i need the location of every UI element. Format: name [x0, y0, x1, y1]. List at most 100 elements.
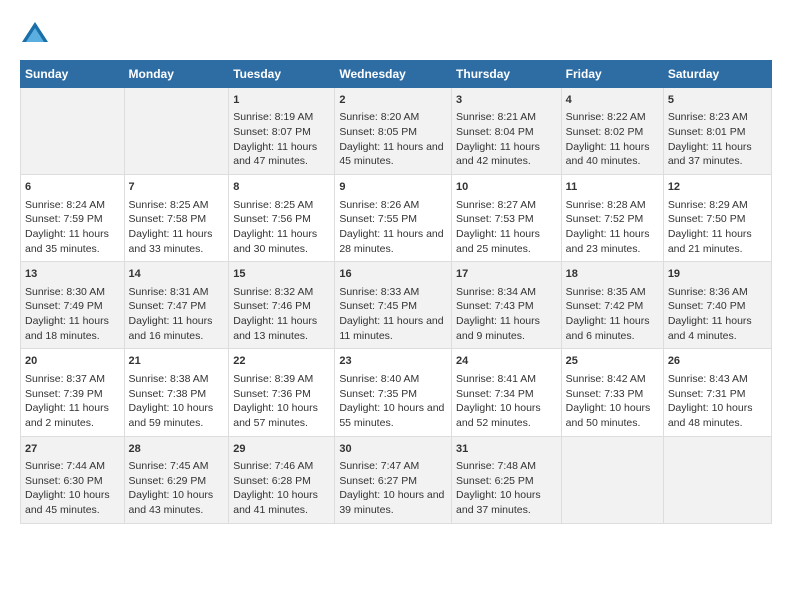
- day-cell: 19Sunrise: 8:36 AMSunset: 7:40 PMDayligh…: [663, 262, 771, 349]
- daylight: Daylight: 11 hours and 2 minutes.: [25, 402, 109, 429]
- logo-icon: [20, 20, 50, 50]
- day-cell: 5Sunrise: 8:23 AMSunset: 8:01 PMDaylight…: [663, 88, 771, 175]
- logo: [20, 20, 54, 50]
- sunset: Sunset: 7:49 PM: [25, 300, 103, 312]
- header-monday: Monday: [124, 61, 229, 88]
- day-cell: 8Sunrise: 8:25 AMSunset: 7:56 PMDaylight…: [229, 175, 335, 262]
- day-cell: 24Sunrise: 8:41 AMSunset: 7:34 PMDayligh…: [452, 349, 562, 436]
- day-cell: 29Sunrise: 7:46 AMSunset: 6:28 PMDayligh…: [229, 436, 335, 523]
- day-number: 6: [25, 180, 120, 195]
- sunset: Sunset: 8:04 PM: [456, 126, 534, 138]
- sunrise: Sunrise: 8:33 AM: [339, 286, 419, 298]
- header-friday: Friday: [561, 61, 663, 88]
- day-number: 26: [668, 354, 767, 369]
- week-row-3: 13 Sunrise: 8:30 AM Sunset: 7:49 PM Dayligh…: [21, 262, 772, 349]
- day-cell: 27Sunrise: 7:44 AMSunset: 6:30 PMDayligh…: [21, 436, 125, 523]
- daylight: Daylight: 11 hours and 13 minutes.: [233, 315, 317, 342]
- header-sunday: Sunday: [21, 61, 125, 88]
- day-cell: [21, 88, 125, 175]
- sunset: Sunset: 6:30 PM: [25, 475, 103, 487]
- daylight: Daylight: 11 hours and 28 minutes.: [339, 228, 443, 255]
- day-cell: 10Sunrise: 8:27 AMSunset: 7:53 PMDayligh…: [452, 175, 562, 262]
- day-number: 16: [339, 267, 447, 282]
- header-wednesday: Wednesday: [335, 61, 452, 88]
- sunset: Sunset: 7:56 PM: [233, 213, 311, 225]
- sunset: Sunset: 7:55 PM: [339, 213, 417, 225]
- daylight: Daylight: 11 hours and 21 minutes.: [668, 228, 752, 255]
- sunrise: Sunrise: 8:31 AM: [129, 286, 209, 298]
- day-number: 7: [129, 180, 225, 195]
- daylight: Daylight: 10 hours and 41 minutes.: [233, 489, 318, 516]
- sunset: Sunset: 7:35 PM: [339, 388, 417, 400]
- daylight: Daylight: 10 hours and 52 minutes.: [456, 402, 541, 429]
- sunrise: Sunrise: 8:23 AM: [668, 111, 748, 123]
- daylight: Daylight: 11 hours and 18 minutes.: [25, 315, 109, 342]
- daylight: Daylight: 11 hours and 33 minutes.: [129, 228, 213, 255]
- day-number: 12: [668, 180, 767, 195]
- sunset: Sunset: 7:50 PM: [668, 213, 746, 225]
- day-number: 2: [339, 93, 447, 108]
- sunrise: Sunrise: 7:46 AM: [233, 460, 313, 472]
- day-cell: 17Sunrise: 8:34 AMSunset: 7:43 PMDayligh…: [452, 262, 562, 349]
- day-cell: 26Sunrise: 8:43 AMSunset: 7:31 PMDayligh…: [663, 349, 771, 436]
- sunrise: Sunrise: 8:35 AM: [566, 286, 646, 298]
- sunrise: Sunrise: 8:38 AM: [129, 373, 209, 385]
- day-number: 23: [339, 354, 447, 369]
- sunset: Sunset: 8:02 PM: [566, 126, 644, 138]
- sunrise: Sunrise: 8:28 AM: [566, 199, 646, 211]
- sunset: Sunset: 7:36 PM: [233, 388, 311, 400]
- day-cell: 13 Sunrise: 8:30 AM Sunset: 7:49 PM Dayligh…: [21, 262, 125, 349]
- day-number: 17: [456, 267, 557, 282]
- day-number: 13: [25, 267, 120, 282]
- day-cell: 4Sunrise: 8:22 AMSunset: 8:02 PMDaylight…: [561, 88, 663, 175]
- day-cell: 31Sunrise: 7:48 AMSunset: 6:25 PMDayligh…: [452, 436, 562, 523]
- page-header: [20, 20, 772, 50]
- day-number: 20: [25, 354, 120, 369]
- daylight: Daylight: 11 hours and 11 minutes.: [339, 315, 443, 342]
- day-cell: 7Sunrise: 8:25 AMSunset: 7:58 PMDaylight…: [124, 175, 229, 262]
- sunset: Sunset: 7:39 PM: [25, 388, 103, 400]
- day-number: 19: [668, 267, 767, 282]
- sunrise: Sunrise: 7:48 AM: [456, 460, 536, 472]
- day-number: 9: [339, 180, 447, 195]
- daylight: Daylight: 10 hours and 50 minutes.: [566, 402, 651, 429]
- day-number: 27: [25, 442, 120, 457]
- day-number: 24: [456, 354, 557, 369]
- sunset: Sunset: 8:05 PM: [339, 126, 417, 138]
- day-cell: 16Sunrise: 8:33 AMSunset: 7:45 PMDayligh…: [335, 262, 452, 349]
- day-number: 10: [456, 180, 557, 195]
- week-row-2: 6Sunrise: 8:24 AMSunset: 7:59 PMDaylight…: [21, 175, 772, 262]
- daylight: Daylight: 11 hours and 6 minutes.: [566, 315, 650, 342]
- daylight: Daylight: 10 hours and 57 minutes.: [233, 402, 318, 429]
- day-number: 8: [233, 180, 330, 195]
- sunset: Sunset: 7:43 PM: [456, 300, 534, 312]
- header-thursday: Thursday: [452, 61, 562, 88]
- daylight: Daylight: 10 hours and 43 minutes.: [129, 489, 214, 516]
- daylight: Daylight: 11 hours and 23 minutes.: [566, 228, 650, 255]
- daylight: Daylight: 11 hours and 37 minutes.: [668, 141, 752, 168]
- day-number: 3: [456, 93, 557, 108]
- day-number: 18: [566, 267, 659, 282]
- day-cell: 14Sunrise: 8:31 AMSunset: 7:47 PMDayligh…: [124, 262, 229, 349]
- sunset: Sunset: 7:42 PM: [566, 300, 644, 312]
- day-cell: 3Sunrise: 8:21 AMSunset: 8:04 PMDaylight…: [452, 88, 562, 175]
- day-cell: 12 Sunrise: 8:29 AM Sunset: 7:50 PM Dayligh…: [663, 175, 771, 262]
- sunset: Sunset: 7:38 PM: [129, 388, 207, 400]
- day-number: 11: [566, 180, 659, 195]
- sunrise: Sunrise: 8:24 AM: [25, 199, 105, 211]
- sunrise: Sunrise: 8:30 AM: [25, 286, 105, 298]
- sunrise: Sunrise: 7:44 AM: [25, 460, 105, 472]
- header-row: SundayMondayTuesdayWednesdayThursdayFrid…: [21, 61, 772, 88]
- day-number: 28: [129, 442, 225, 457]
- sunset: Sunset: 6:25 PM: [456, 475, 534, 487]
- sunrise: Sunrise: 8:42 AM: [566, 373, 646, 385]
- sunrise: Sunrise: 8:29 AM: [668, 199, 748, 211]
- sunset: Sunset: 7:53 PM: [456, 213, 534, 225]
- sunset: Sunset: 7:34 PM: [456, 388, 534, 400]
- day-number: 29: [233, 442, 330, 457]
- daylight: Daylight: 11 hours and 25 minutes.: [456, 228, 540, 255]
- day-number: 21: [129, 354, 225, 369]
- day-cell: 28Sunrise: 7:45 AMSunset: 6:29 PMDayligh…: [124, 436, 229, 523]
- sunset: Sunset: 6:27 PM: [339, 475, 417, 487]
- sunrise: Sunrise: 8:25 AM: [129, 199, 209, 211]
